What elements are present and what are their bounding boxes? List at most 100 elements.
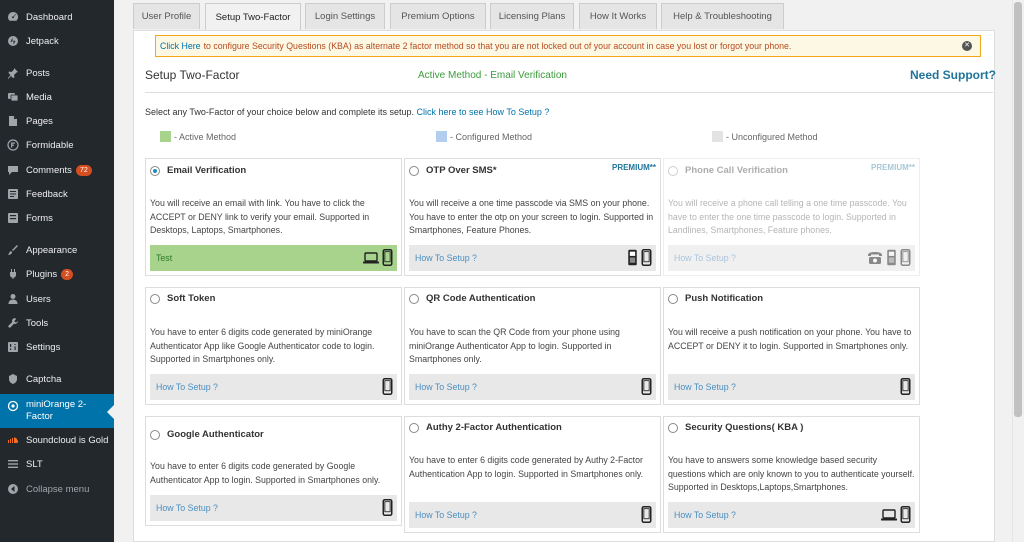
sidebar-item-pages[interactable]: Pages	[0, 110, 114, 132]
phone-call-verification-radio[interactable]	[668, 165, 678, 176]
footer-label: How To Setup ?	[415, 510, 477, 520]
method-card-qr-code-authentication[interactable]: QR Code Authentication You have to scan …	[404, 287, 661, 405]
footer-label: How To Setup ?	[156, 503, 218, 513]
legend-swatch	[160, 131, 171, 142]
sidebar-item-label: Pages	[26, 115, 53, 127]
how-to-setup-button[interactable]: How To Setup ?	[150, 374, 397, 400]
how-to-setup-button[interactable]: How To Setup ?	[409, 245, 656, 271]
push-notification-radio[interactable]	[668, 293, 678, 304]
laptop-icon	[363, 252, 379, 264]
sidebar-item-settings[interactable]: Settings	[0, 336, 114, 358]
card-title: Email Verification	[167, 165, 247, 176]
tab-help-troubleshooting[interactable]: Help & Troubleshooting	[661, 3, 784, 29]
feedback-icon	[6, 187, 20, 201]
method-card-google-authenticator[interactable]: Google Authenticator You have to enter 6…	[145, 416, 402, 526]
card-description: You will receive an email with link. You…	[150, 198, 370, 235]
method-card-otp-over-sms[interactable]: OTP Over SMS* PREMIUM** You will receive…	[404, 158, 661, 276]
need-support-link[interactable]: Need Support?	[910, 68, 996, 82]
sidebar-item-users[interactable]: Users	[0, 288, 114, 310]
sidebar-item-label: Jetpack	[26, 35, 59, 47]
card-description: You will receive a one time passcode via…	[409, 198, 654, 235]
sidebar-item-label: Posts	[26, 67, 50, 79]
plugin-icon	[6, 267, 20, 281]
how-to-setup-button[interactable]: How To Setup ?	[150, 495, 397, 521]
qr-code-authentication-radio[interactable]	[409, 293, 419, 304]
soundcloud-icon	[6, 433, 20, 447]
smartphone-icon	[900, 378, 911, 395]
authy-2-factor-radio[interactable]	[409, 422, 419, 433]
sidebar-item-posts[interactable]: Posts	[0, 62, 114, 84]
card-header: Phone Call Verification	[668, 165, 788, 176]
sidebar-item-media[interactable]: Media	[0, 86, 114, 108]
card-header: OTP Over SMS*	[409, 165, 497, 176]
sidebar-item-tools[interactable]: Tools	[0, 312, 114, 334]
feature-phone-icon	[886, 249, 897, 266]
card-title: Push Notification	[685, 293, 764, 304]
landline-icon	[867, 251, 883, 265]
footer-label: How To Setup ?	[674, 382, 736, 392]
sidebar-item-jetpack[interactable]: Jetpack	[0, 30, 114, 52]
test-button[interactable]: Test	[150, 245, 397, 271]
method-card-soft-token[interactable]: Soft Token You have to enter 6 digits co…	[145, 287, 402, 405]
tab-login-settings[interactable]: Login Settings	[305, 3, 385, 29]
admin-sidebar: Dashboard Jetpack Posts Media Pages Form…	[0, 0, 114, 542]
collapse-menu-button[interactable]: Collapse menu	[0, 478, 114, 500]
soft-token-radio[interactable]	[150, 293, 160, 304]
security-questions-radio[interactable]	[668, 422, 678, 433]
dashboard-icon	[6, 10, 20, 24]
card-header: Email Verification	[150, 165, 246, 176]
tab-setup-two-factor[interactable]: Setup Two-Factor	[205, 3, 301, 31]
method-card-phone-call-verification[interactable]: Phone Call Verification PREMIUM** You wi…	[663, 158, 920, 276]
smartphone-icon	[641, 378, 652, 395]
tab-licensing-plans[interactable]: Licensing Plans	[490, 3, 574, 29]
how-to-setup-link[interactable]: Click here to see How To Setup ?	[417, 107, 550, 117]
sidebar-item-dashboard[interactable]: Dashboard	[0, 6, 114, 28]
header-divider	[145, 92, 993, 93]
sidebar-item-miniorange-2-factor[interactable]: miniOrange 2-Factor	[0, 394, 114, 428]
media-icon	[6, 90, 20, 104]
wrench-icon	[6, 316, 20, 330]
how-to-setup-button[interactable]: How To Setup ?	[668, 245, 915, 271]
sidebar-item-captcha[interactable]: Captcha	[0, 368, 114, 390]
page-scrollbar[interactable]	[1012, 0, 1024, 542]
notice-text: to configure Security Questions (KBA) as…	[203, 41, 792, 51]
method-card-email-verification[interactable]: Email Verification You will receive an e…	[145, 158, 402, 276]
method-card-security-questions-kba[interactable]: Security Questions( KBA ) You have to an…	[663, 416, 920, 533]
card-description: You have to answers some knowledge based…	[668, 455, 915, 492]
sidebar-item-comments[interactable]: Comments 72	[0, 159, 114, 181]
how-to-setup-button[interactable]: How To Setup ?	[668, 502, 915, 528]
otp-over-sms-radio[interactable]	[409, 165, 419, 176]
comments-count-badge: 72	[75, 164, 92, 176]
how-to-setup-button[interactable]: How To Setup ?	[409, 374, 656, 400]
email-verification-radio[interactable]	[150, 165, 160, 176]
how-to-setup-button[interactable]: How To Setup ?	[668, 374, 915, 400]
page-title: Setup Two-Factor	[145, 68, 240, 82]
how-to-setup-button[interactable]: How To Setup ?	[409, 502, 656, 528]
device-icons	[881, 506, 911, 523]
card-description: You have to enter 6 digits code generate…	[409, 455, 644, 479]
sidebar-item-label: Tools	[26, 317, 49, 329]
smartphone-icon	[382, 249, 393, 266]
card-title: Security Questions( KBA )	[685, 422, 804, 433]
close-icon[interactable]: ✕	[962, 41, 972, 51]
sidebar-item-soundcloud-is-gold[interactable]: Soundcloud is Gold	[0, 429, 114, 451]
sidebar-item-label: Collapse menu	[26, 483, 90, 495]
method-card-authy-2-factor-authentication[interactable]: Authy 2-Factor Authentication You have t…	[404, 416, 661, 533]
sidebar-item-appearance[interactable]: Appearance	[0, 239, 114, 261]
google-authenticator-radio[interactable]	[150, 429, 160, 440]
tab-how-it-works[interactable]: How It Works	[579, 3, 657, 29]
sidebar-item-formidable[interactable]: Formidable	[0, 134, 114, 156]
smartphone-icon	[641, 506, 652, 523]
scrollbar-thumb[interactable]	[1014, 2, 1022, 417]
tab-premium-options[interactable]: Premium Options	[390, 3, 486, 29]
tab-user-profile[interactable]: User Profile	[133, 3, 200, 29]
method-card-push-notification[interactable]: Push Notification You will receive a pus…	[663, 287, 920, 405]
sidebar-item-plugins[interactable]: Plugins 2	[0, 263, 114, 285]
sidebar-item-forms[interactable]: Forms	[0, 207, 114, 229]
notice-click-here-link[interactable]: Click Here	[160, 41, 201, 51]
sidebar-item-feedback[interactable]: Feedback	[0, 183, 114, 205]
card-header: Security Questions( KBA )	[668, 422, 803, 433]
sidebar-item-label: Formidable	[26, 139, 74, 151]
sidebar-item-slt[interactable]: SLT	[0, 453, 114, 475]
feature-phone-icon	[627, 249, 638, 266]
